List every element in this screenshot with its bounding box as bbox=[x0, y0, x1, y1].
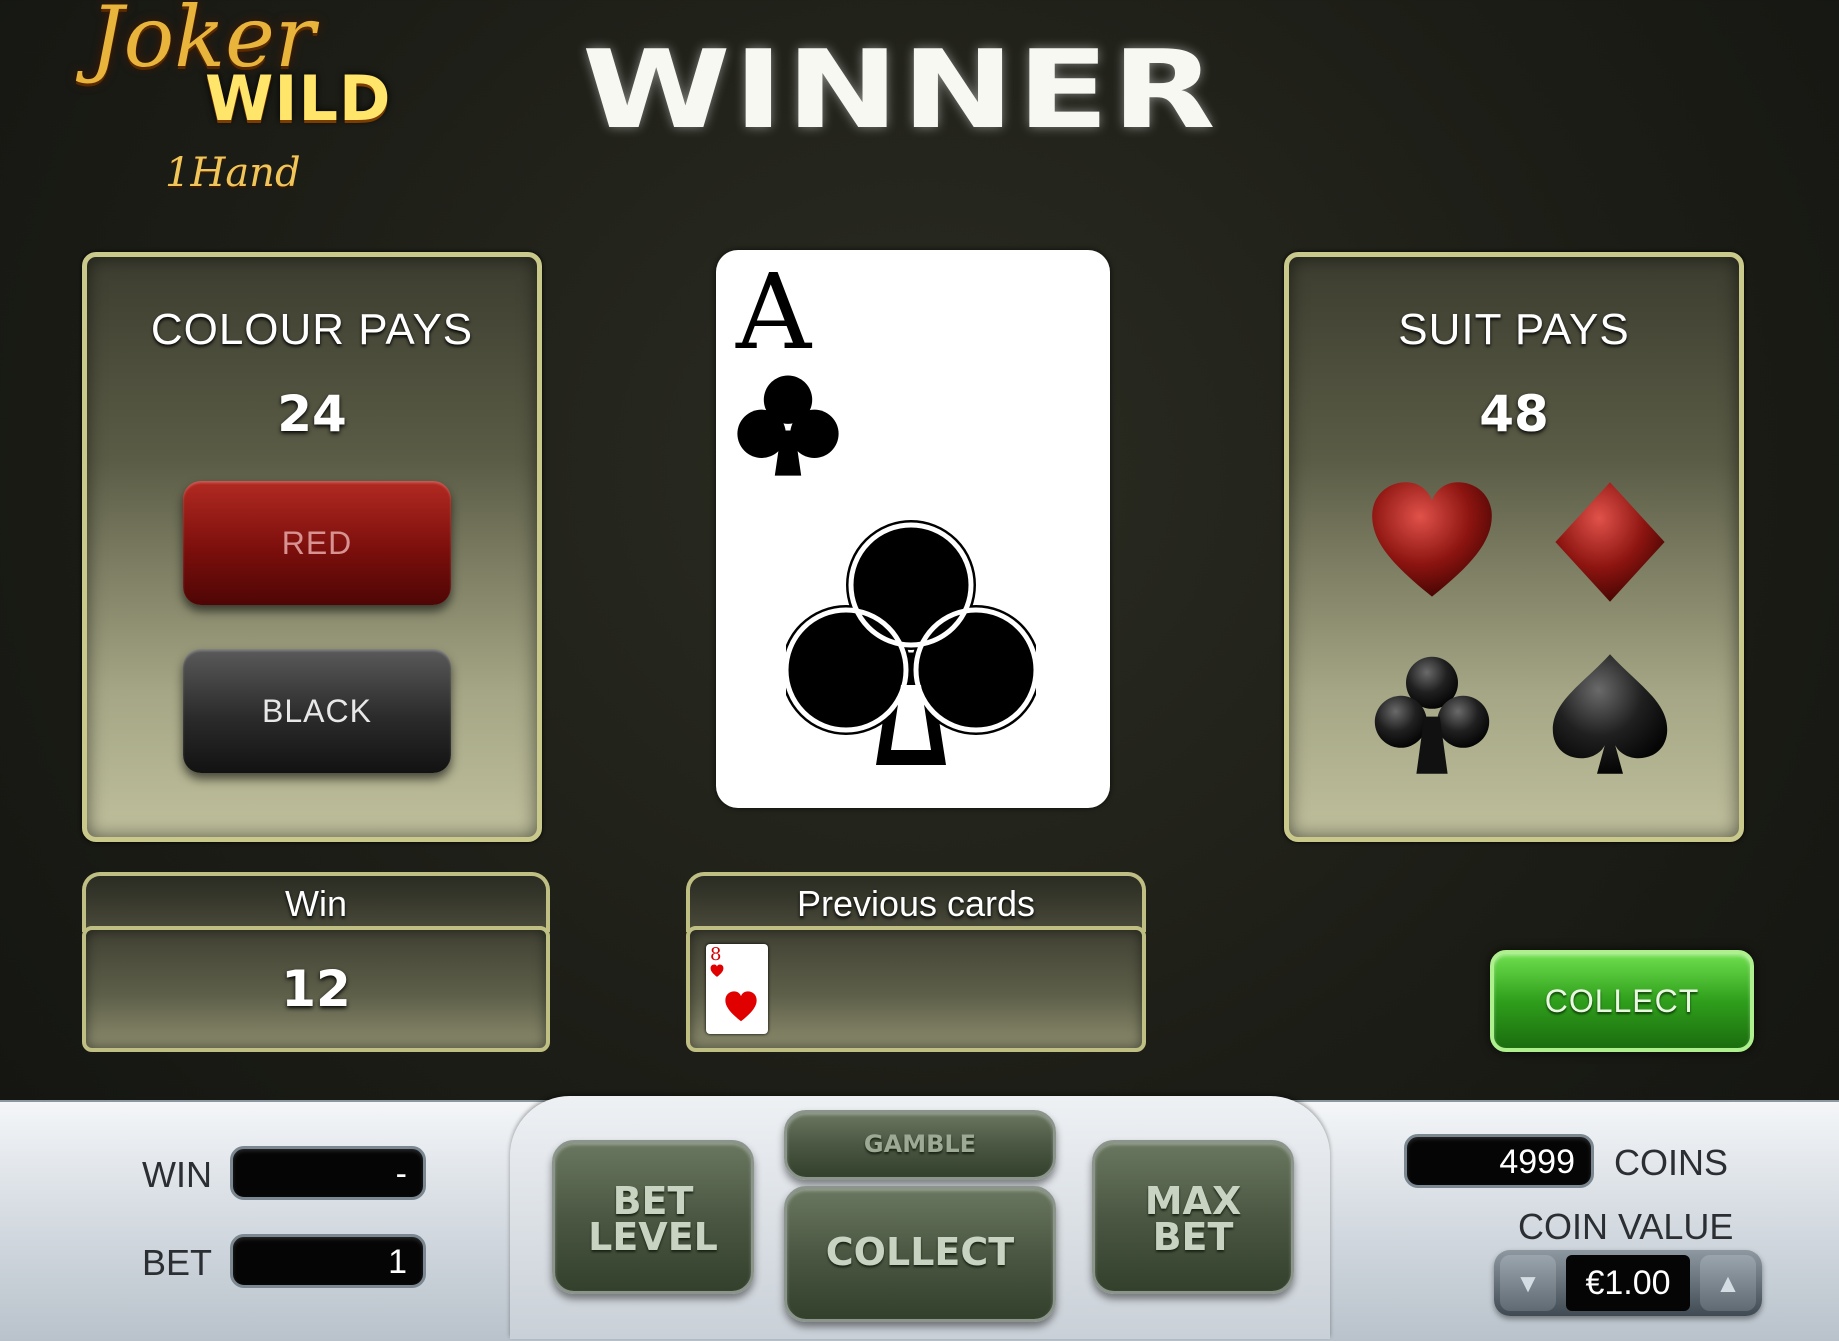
win-display: - bbox=[230, 1146, 426, 1200]
colour-pays-panel: COLOUR PAYS 24 RED BLACK bbox=[82, 252, 542, 842]
card-rank: A bbox=[736, 251, 812, 373]
max-bet-line2: BET bbox=[1152, 1215, 1234, 1259]
win-label: WIN bbox=[142, 1154, 212, 1195]
joker-wild-logo: Joker WILD 1Hand bbox=[30, 0, 410, 215]
large-club-icon bbox=[786, 520, 1036, 765]
coins-label: COINS bbox=[1614, 1142, 1729, 1183]
previous-card-rank: 8 bbox=[710, 944, 722, 965]
gamble-button[interactable]: GAMBLE bbox=[784, 1110, 1056, 1180]
colour-pays-value: 24 bbox=[277, 385, 347, 443]
bet-level-line1: BET bbox=[612, 1179, 694, 1223]
heart-icon[interactable] bbox=[1367, 477, 1497, 607]
suit-pays-title: SUIT PAYS bbox=[1398, 305, 1630, 354]
coin-value-control: ▼ €1.00 ▲ bbox=[1494, 1250, 1762, 1316]
logo-wild-text: WILD bbox=[205, 62, 392, 135]
win-value: 12 bbox=[281, 960, 351, 1018]
club-icon[interactable] bbox=[1367, 649, 1497, 779]
max-bet-line1: MAX bbox=[1144, 1179, 1242, 1223]
coin-value-up-button[interactable]: ▲ bbox=[1700, 1255, 1756, 1311]
winner-banner: WINNER bbox=[581, 28, 1219, 153]
colour-pays-title: COLOUR PAYS bbox=[150, 305, 474, 354]
current-card: A bbox=[716, 250, 1110, 808]
spade-icon[interactable] bbox=[1545, 649, 1675, 779]
suit-pays-value: 48 bbox=[1479, 385, 1549, 443]
coin-value-display: €1.00 bbox=[1566, 1255, 1690, 1311]
win-box: 12 bbox=[82, 926, 550, 1052]
small-heart-icon bbox=[710, 964, 724, 977]
bet-label: BET bbox=[142, 1242, 213, 1283]
coin-value-label: COIN VALUE bbox=[1518, 1206, 1734, 1247]
black-button[interactable]: BLACK bbox=[183, 649, 451, 773]
red-button[interactable]: RED bbox=[183, 481, 451, 605]
coin-value-down-button[interactable]: ▼ bbox=[1500, 1255, 1556, 1311]
bet-level-line2: LEVEL bbox=[588, 1215, 718, 1259]
previous-cards-box: 8 bbox=[686, 926, 1146, 1052]
logo-hand-text: 1Hand bbox=[165, 150, 301, 196]
previous-cards-tab: Previous cards bbox=[686, 872, 1146, 932]
collect-bar-button[interactable]: COLLECT bbox=[784, 1186, 1056, 1322]
bet-display: 1 bbox=[230, 1234, 426, 1288]
coins-display: 4999 bbox=[1404, 1134, 1594, 1188]
collect-button[interactable]: COLLECT bbox=[1490, 950, 1754, 1052]
previous-card-heart-icon bbox=[725, 991, 757, 1022]
small-club-icon bbox=[737, 375, 839, 476]
bet-level-button[interactable]: BET LEVEL bbox=[552, 1140, 754, 1294]
suit-pays-panel: SUIT PAYS 48 bbox=[1284, 252, 1744, 842]
max-bet-button[interactable]: MAX BET bbox=[1092, 1140, 1294, 1294]
previous-card: 8 bbox=[706, 944, 768, 1034]
diamond-icon[interactable] bbox=[1545, 477, 1675, 607]
win-tab: Win bbox=[82, 872, 550, 932]
